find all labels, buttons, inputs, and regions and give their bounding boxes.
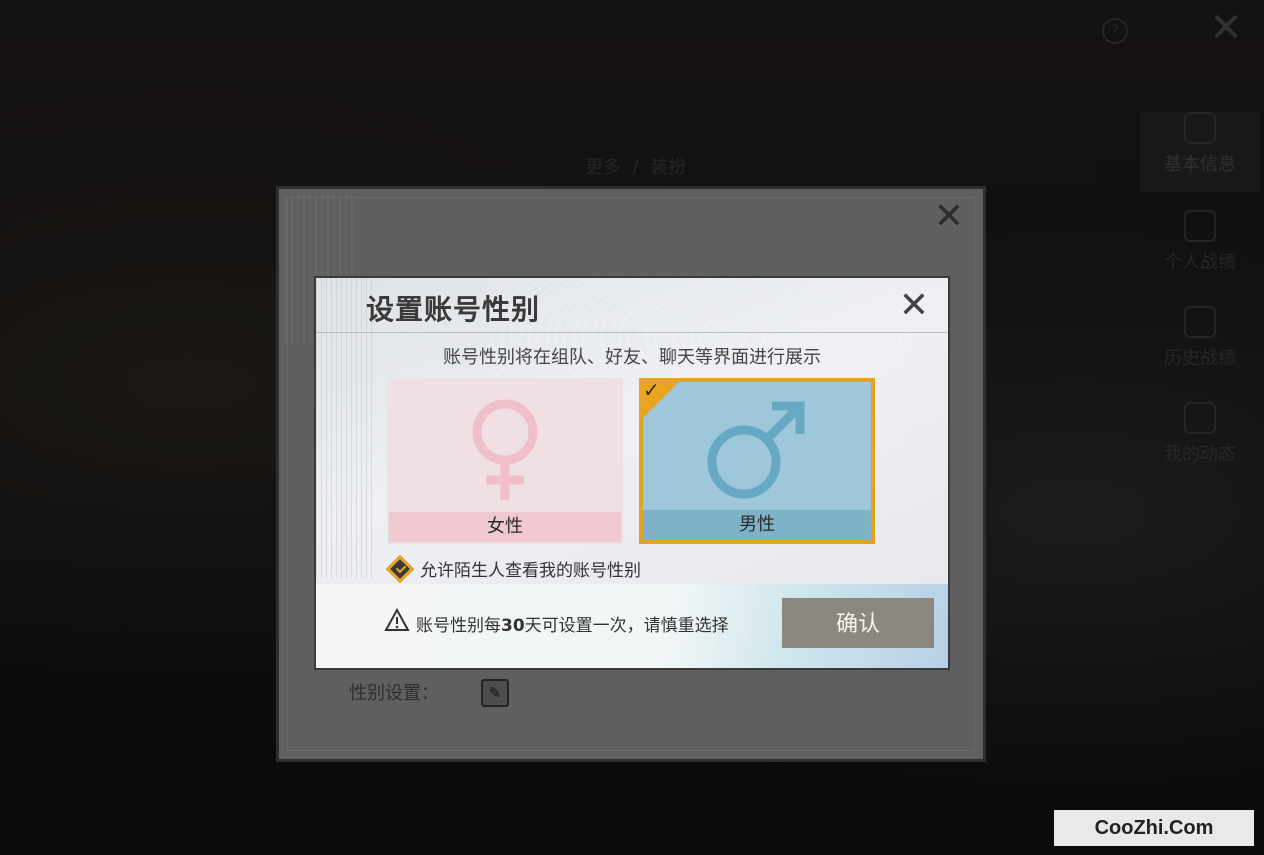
close-icon[interactable]: ✕ [894,286,934,326]
close-icon[interactable]: ✕ [929,197,969,237]
confirm-button[interactable]: 确认 [782,598,934,648]
allow-strangers-label: 允许陌生人查看我的账号性别 [420,561,641,581]
gender-setting-label: 性别设置： [349,683,439,704]
dialog-subtitle: 账号性别将在组队、好友、聊天等界面进行展示 [443,347,821,368]
gender-option-female[interactable]: 女性 [387,378,623,544]
dialog-footer: 账号性别每30天可设置一次，请慎重选择 确认 [316,584,948,668]
male-symbol-icon [707,401,805,499]
watermark: CooZhi.Com [1054,810,1254,846]
warning-icon [384,608,410,631]
title-divider [316,332,948,333]
pencil-icon[interactable]: ✎ [481,679,509,707]
checkbox-checked-icon[interactable] [385,554,415,584]
dialog-title: 设置账号性别 [366,293,541,326]
female-symbol-icon [472,399,538,500]
gender-option-label: 女性 [389,512,621,542]
warning-text: 账号性别每30天可设置一次，请慎重选择 [416,616,729,636]
set-gender-dialog: 设置账号性别 ✕ 账号性别将在组队、好友、聊天等界面进行展示 女性 男性 ✓ 允… [314,276,950,670]
selected-check-icon: ✓ [639,378,683,422]
gender-option-label: 男性 [643,510,871,540]
gender-option-male[interactable]: 男性 ✓ [639,378,875,544]
